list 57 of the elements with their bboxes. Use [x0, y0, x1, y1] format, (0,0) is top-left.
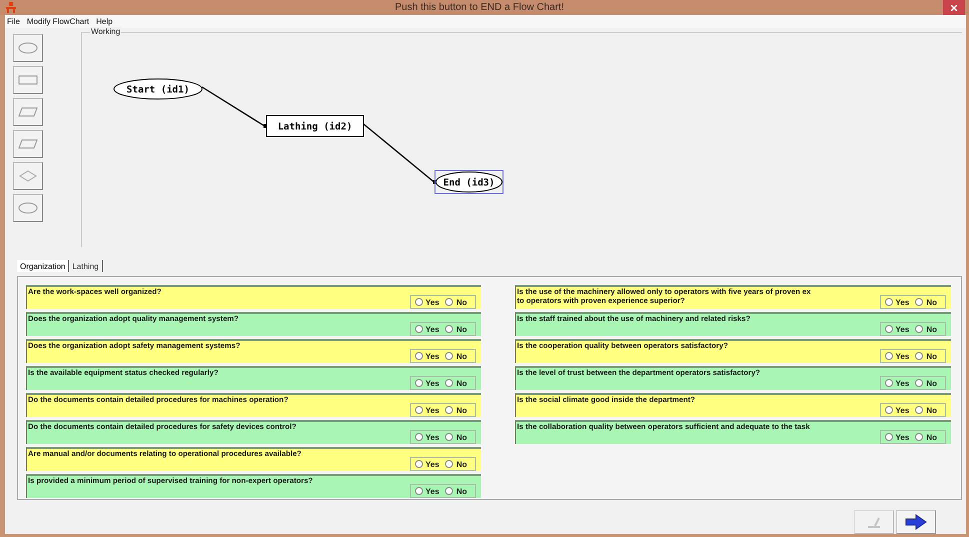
shape-tool-icon	[18, 106, 38, 118]
menu-item[interactable]: Modify FlowChart	[26, 17, 90, 26]
connector-line	[202, 86, 268, 128]
radio-option[interactable]: No	[445, 486, 469, 496]
flowchart-node[interactable]: Lathing (id2)	[266, 115, 364, 137]
radio-option[interactable]: Yes	[414, 432, 442, 442]
pen-icon	[866, 515, 882, 529]
tab[interactable]: Organization	[17, 260, 70, 272]
radio-option[interactable]: Yes	[884, 324, 912, 334]
radio-option[interactable]: No	[445, 324, 469, 334]
tool-button[interactable]	[13, 194, 43, 222]
flowchart-node[interactable]: End (id3)	[434, 170, 504, 194]
radio-option[interactable]: No	[915, 298, 939, 306]
tool-button[interactable]	[13, 66, 43, 94]
shape-tool-icon	[18, 138, 38, 150]
tab[interactable]: Lathing	[69, 260, 103, 272]
close-button[interactable]	[943, 0, 965, 15]
tool-button[interactable]	[13, 34, 43, 62]
flowchart-node[interactable]: Start (id1)	[114, 78, 202, 100]
shape-tool-icon	[18, 74, 38, 86]
menu-item[interactable]: File	[7, 17, 20, 26]
radio-option[interactable]: Yes	[414, 486, 442, 496]
radio-option[interactable]: No	[915, 352, 939, 360]
tool-button[interactable]	[13, 162, 43, 190]
radio-option[interactable]: Yes	[414, 324, 442, 334]
radio-option[interactable]: Yes	[414, 378, 442, 388]
window-title: Push this button to END a Flow Chart!	[394, 2, 565, 13]
radio-option[interactable]: Yes	[414, 352, 442, 360]
radio-option[interactable]: No	[445, 460, 469, 468]
tool-button[interactable]	[13, 130, 43, 158]
shape-tool-icon	[18, 170, 38, 182]
menu-item[interactable]: Help	[96, 17, 113, 26]
radio-option[interactable]: Yes	[884, 298, 912, 306]
radio-option[interactable]: No	[915, 406, 939, 414]
radio-option[interactable]: Yes	[884, 378, 912, 388]
radio-option[interactable]: Yes	[884, 406, 912, 414]
tool-button[interactable]	[13, 98, 43, 126]
radio-option[interactable]: No	[445, 378, 469, 388]
arrow-right-icon	[905, 514, 927, 530]
radio-option[interactable]: No	[915, 432, 939, 442]
toolbar-button[interactable]	[896, 510, 936, 534]
radio-option[interactable]: No	[445, 432, 469, 442]
radio-option[interactable]: No	[445, 352, 469, 360]
app-icon	[6, 2, 16, 13]
radio-option[interactable]: No	[445, 298, 469, 306]
radio-option[interactable]: No	[915, 324, 939, 334]
close-icon	[951, 4, 957, 10]
radio-option[interactable]: No	[915, 378, 939, 388]
radio-option[interactable]: Yes	[414, 406, 442, 414]
radio-option[interactable]: No	[445, 406, 469, 414]
radio-option[interactable]: Yes	[884, 432, 912, 442]
radio-option[interactable]: Yes	[414, 460, 442, 468]
shape-tool-icon	[18, 42, 38, 54]
radio-option[interactable]: Yes	[884, 352, 912, 360]
radio-option[interactable]: Yes	[414, 298, 442, 306]
group-label: Working	[90, 27, 122, 36]
shape-tool-icon	[18, 202, 38, 214]
